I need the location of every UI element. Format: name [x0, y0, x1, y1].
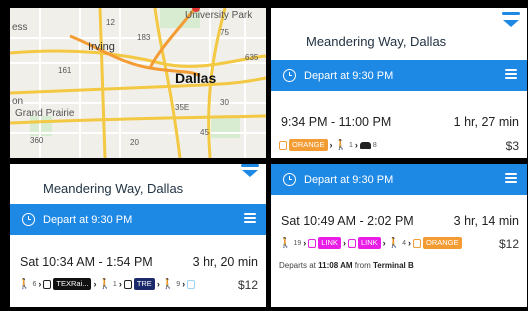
depart-label: Depart at 9:30 PM	[43, 213, 133, 226]
map-label-route-183: 183	[137, 33, 151, 42]
trip-route[interactable]: ORANGE › 🚶 1 › 8	[279, 139, 377, 151]
map-label-university-park: University Park	[185, 10, 253, 21]
map-label-route-20: 20	[130, 138, 139, 147]
arrow-icon: ›	[93, 279, 97, 289]
map-label-route-12: 12	[106, 18, 115, 27]
bus-icon	[187, 279, 196, 289]
map-label-route-75: 75	[220, 28, 229, 37]
trip-time: Sat 10:34 AM - 1:54 PM	[20, 255, 153, 269]
chevron-down-icon[interactable]	[242, 170, 258, 177]
trip-panel-bottom-left: Meandering Way, Dallas Depart at 9:30 PM…	[10, 164, 266, 307]
arrow-icon: ›	[156, 279, 160, 289]
departs-prefix: Departs at	[279, 261, 319, 270]
map-label-route-45: 45	[200, 128, 209, 137]
walk-minutes: 9	[176, 280, 181, 288]
walk-icon: 🚶	[279, 237, 292, 249]
arrow-icon: ›	[182, 279, 186, 289]
walk-minutes: 1	[112, 280, 117, 288]
walk-minutes: 19	[293, 239, 302, 247]
walk-minutes: 4	[402, 239, 406, 247]
map-panel[interactable]: University Park ess Irving Dallas Grand …	[10, 8, 266, 158]
map-label-route-30: 30	[220, 98, 229, 107]
map-label-dallas: Dallas	[175, 70, 217, 86]
arrow-icon: ›	[342, 238, 346, 248]
trip-price: $12	[237, 278, 258, 292]
filter-icon[interactable]	[505, 69, 517, 81]
depart-bar[interactable]: Depart at 9:30 PM	[10, 204, 266, 235]
bus-icon	[412, 238, 421, 248]
train-icon	[123, 279, 132, 289]
destination-label: Meandering Way, Dallas	[43, 181, 184, 196]
route-chip: LINK	[357, 237, 381, 249]
walk-icon: 🚶	[18, 278, 31, 290]
arrow-icon: ›	[382, 238, 386, 248]
collapse-handle[interactable]	[241, 164, 259, 167]
trip-price: $12	[498, 237, 519, 251]
chevron-down-icon[interactable]	[503, 20, 519, 27]
trip-route[interactable]: 🚶 6 › TEXRai... › 🚶 1 › TRE › 🚶 9 ›	[18, 278, 196, 290]
bus-icon	[308, 238, 317, 248]
departs-mid: from	[352, 261, 373, 270]
collapse-handle[interactable]	[502, 12, 520, 15]
clock-icon	[22, 213, 35, 226]
map-label-grand-prairie: Grand Prairie	[15, 108, 75, 119]
route-chip: ORANGE	[422, 237, 462, 249]
route-chip: TEXRai...	[53, 278, 92, 290]
arrow-icon: ›	[329, 140, 333, 150]
map-label-on: on	[12, 96, 24, 107]
map-label-route-635: 635	[245, 53, 259, 62]
bus-icon	[347, 238, 356, 248]
route-chip: ORANGE	[289, 139, 328, 151]
depart-bar[interactable]: Depart at 9:30 PM	[271, 164, 527, 195]
map-label-route-360: 360	[30, 136, 44, 145]
clock-icon	[283, 69, 296, 82]
departure-note: Departs at 11:08 AM from Terminal B	[279, 261, 414, 270]
route-chip: LINK	[318, 237, 341, 249]
filter-icon[interactable]	[505, 173, 517, 185]
arrow-icon: ›	[303, 238, 307, 248]
depart-label: Depart at 9:30 PM	[304, 173, 394, 186]
trip-route[interactable]: 🚶 19 › LINK › LINK › 🚶 4 › ORANGE	[279, 237, 462, 249]
walk-minutes: 6	[32, 280, 37, 288]
depart-label: Depart at 9:30 PM	[304, 69, 394, 82]
map-label-route-161: 161	[58, 66, 72, 75]
car-minutes: 8	[372, 141, 377, 149]
filter-icon[interactable]	[244, 213, 256, 225]
map-label-route-35e: 35E	[175, 103, 190, 112]
car-icon	[359, 141, 371, 149]
departs-time: 11:08 AM	[318, 261, 353, 270]
trip-duration: 3 hr, 14 min	[453, 214, 519, 228]
walk-icon: 🚶	[161, 278, 175, 290]
depart-bar[interactable]: Depart at 9:30 PM	[271, 60, 527, 91]
trip-duration: 1 hr, 27 min	[453, 115, 519, 129]
walk-icon: 🚶	[334, 139, 347, 151]
walk-minutes: 1	[348, 141, 353, 149]
arrow-icon: ›	[407, 238, 411, 248]
arrow-icon: ›	[38, 279, 42, 289]
trip-time: Sat 10:49 AM - 2:02 PM	[281, 214, 414, 228]
train-icon	[43, 279, 52, 289]
trip-price: $3	[505, 139, 519, 153]
trip-panel-bottom-right: Depart at 9:30 PM Sat 10:49 AM - 2:02 PM…	[271, 164, 527, 307]
trip-duration: 3 hr, 20 min	[192, 255, 258, 269]
map-label-ess: ess	[12, 22, 28, 33]
walk-icon: 🚶	[387, 237, 401, 249]
walk-icon: 🚶	[98, 278, 111, 290]
destination-label: Meandering Way, Dallas	[306, 34, 447, 49]
route-chip: TRE	[133, 278, 155, 290]
trip-panel-top-right: Meandering Way, Dallas Depart at 9:30 PM…	[271, 8, 527, 158]
departs-place: Terminal B	[372, 261, 414, 270]
trip-time: 9:34 PM - 11:00 PM	[281, 115, 392, 129]
bus-icon	[279, 140, 287, 150]
map-label-irving: Irving	[88, 41, 115, 53]
arrow-icon: ›	[118, 279, 122, 289]
clock-icon	[283, 173, 296, 186]
arrow-icon: ›	[354, 140, 358, 150]
